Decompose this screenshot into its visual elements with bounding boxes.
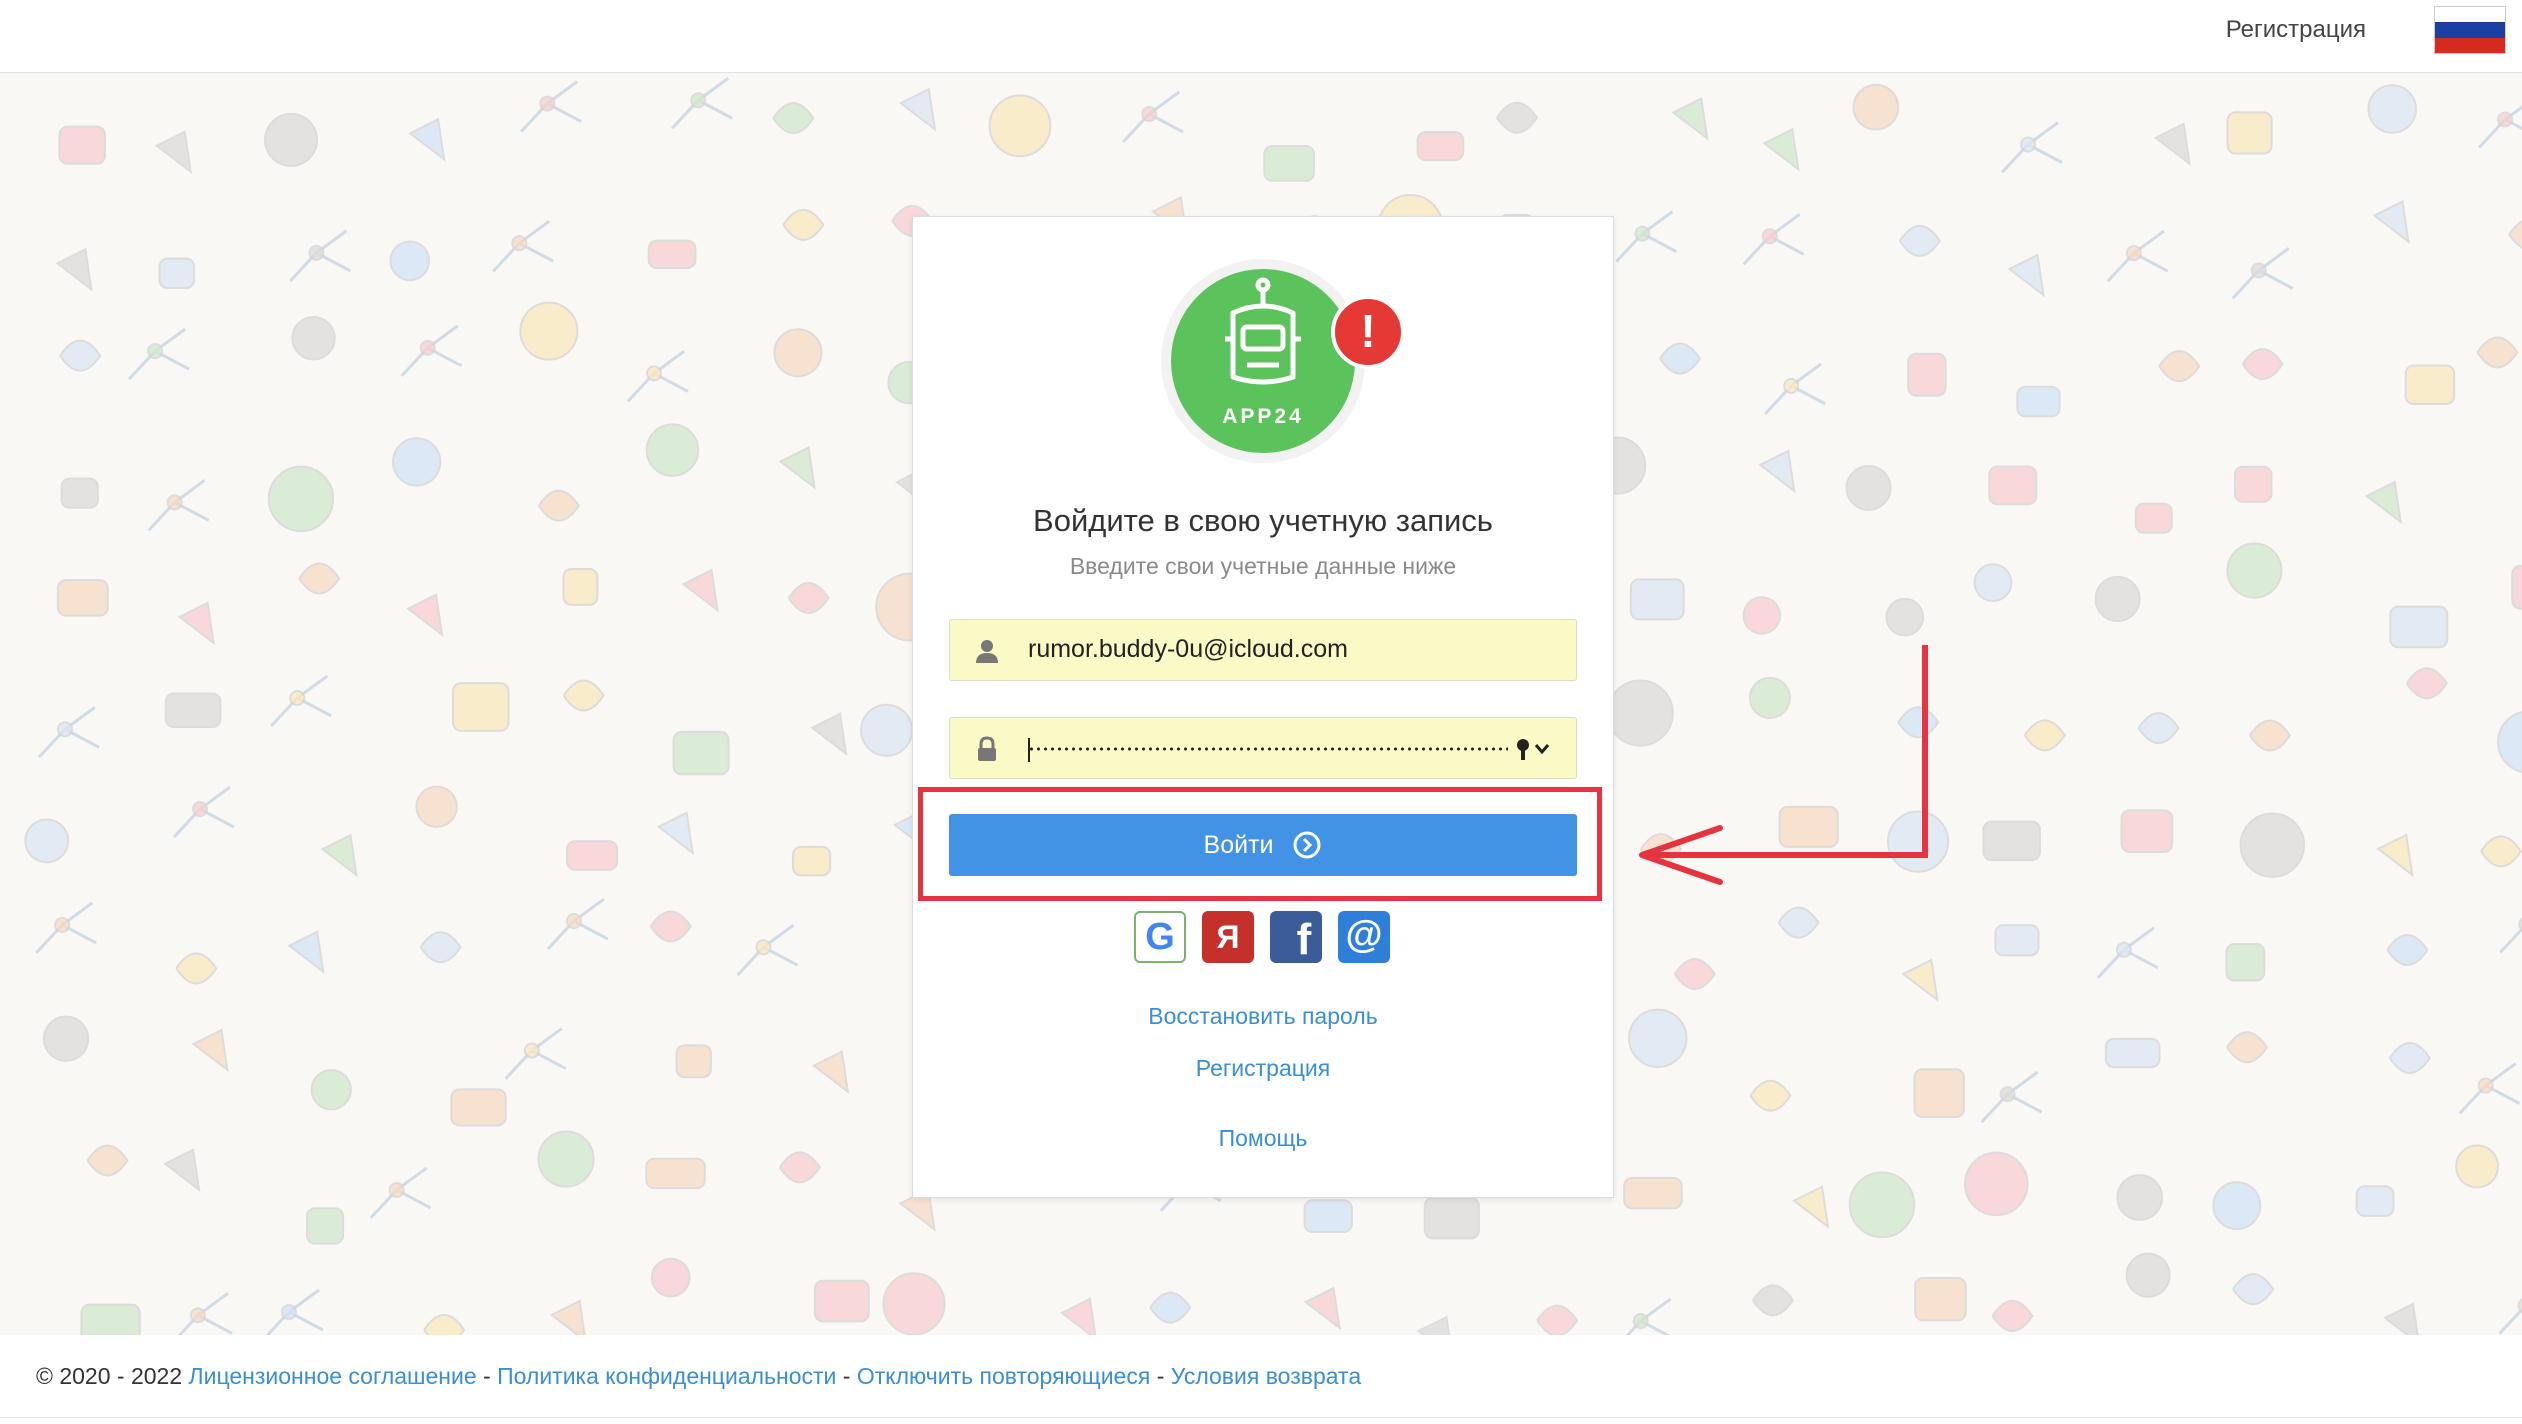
google-login-icon[interactable]: G bbox=[1134, 911, 1186, 963]
email-field[interactable]: rumor.buddy-0u@icloud.com bbox=[949, 619, 1577, 681]
login-subtitle: Введите свои учетные данные ниже bbox=[1069, 553, 1457, 579]
logo-text: APP24 bbox=[1222, 405, 1304, 428]
restore-password-link[interactable]: Восстановить пароль bbox=[913, 1003, 1613, 1030]
email-value: rumor.buddy-0u@icloud.com bbox=[1028, 635, 1348, 663]
app-logo: APP24 ! bbox=[1161, 259, 1405, 463]
header-register-link[interactable]: Регистрация bbox=[2226, 16, 2366, 44]
lock-icon bbox=[978, 736, 996, 761]
user-icon bbox=[976, 640, 998, 663]
password-manager-key-icon[interactable] bbox=[1514, 736, 1554, 762]
footer-link-privacy[interactable]: Политика конфиденциальности bbox=[497, 1363, 836, 1389]
register-link[interactable]: Регистрация bbox=[913, 1055, 1613, 1082]
login-card: APP24 ! Войдите в свою учетную запись Вв… bbox=[912, 216, 1614, 1198]
help-link[interactable]: Помощь bbox=[913, 1125, 1613, 1152]
facebook-login-icon[interactable]: f bbox=[1270, 911, 1322, 964]
footer-link-unsubscribe-recurring[interactable]: Отключить повторяющиеся bbox=[857, 1363, 1150, 1389]
annotation-highlight-box bbox=[918, 787, 1602, 901]
footer-link-license[interactable]: Лицензионное соглашение bbox=[189, 1363, 477, 1389]
russia-flag-icon[interactable] bbox=[2434, 6, 2506, 54]
password-field[interactable] bbox=[949, 717, 1577, 779]
footer: © 2020 - 2022 Лицензионное соглашение - … bbox=[0, 1335, 2522, 1424]
footer-separator: - bbox=[483, 1363, 491, 1389]
yandex-login-icon[interactable]: Я bbox=[1202, 911, 1254, 963]
mail-ru-login-icon[interactable]: @ bbox=[1338, 911, 1390, 963]
footer-divider bbox=[0, 1417, 2522, 1418]
footer-separator: - bbox=[842, 1363, 851, 1389]
footer-separator: - bbox=[1156, 1363, 1165, 1389]
annotation-arrow-icon bbox=[1639, 645, 1928, 885]
copyright-text: © 2020 - 2022 bbox=[36, 1363, 183, 1389]
top-bar: Регистрация bbox=[0, 0, 2522, 73]
login-title: Войдите в свою учетную запись bbox=[1033, 503, 1493, 538]
password-masked-value bbox=[1028, 747, 1508, 751]
alert-badge-icon: ! bbox=[1331, 295, 1405, 369]
footer-link-refund-terms[interactable]: Условия возврата bbox=[1171, 1363, 1361, 1389]
